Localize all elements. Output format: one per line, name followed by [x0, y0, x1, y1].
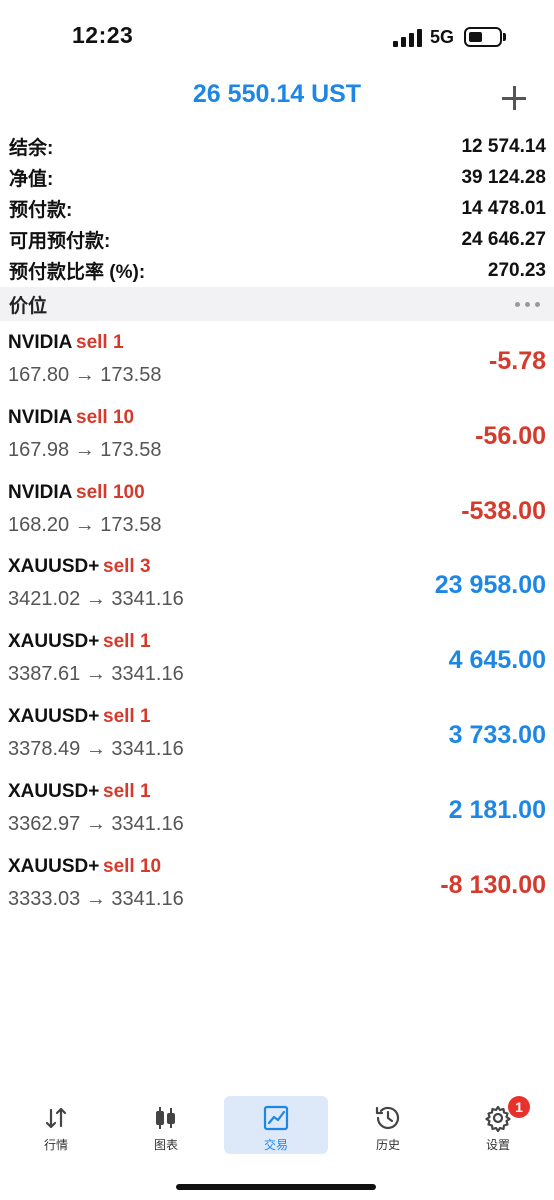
- tab-charts[interactable]: 图表: [114, 1096, 218, 1154]
- summary-value: 39 124.28: [461, 166, 546, 188]
- summary-row: 结余: 12 574.14: [0, 131, 554, 162]
- summary-row: 预付款比率 (%): 270.23: [0, 255, 554, 286]
- position-profit: 2 181.00: [448, 795, 546, 824]
- position-symbol: NVIDIA: [8, 481, 73, 503]
- battery-cap: [503, 33, 506, 41]
- tab-label: 交易: [263, 1138, 288, 1152]
- tab-quotes[interactable]: 行情: [4, 1096, 108, 1154]
- settings-notification-badge: 1: [508, 1096, 530, 1118]
- summary-row: 可用预付款: 24 646.27: [0, 224, 554, 255]
- position-side: sell 10: [103, 855, 162, 877]
- position-prices: 3362.97 → 3341.16: [8, 812, 184, 835]
- tab-label: 历史: [375, 1138, 400, 1152]
- tab-bar: 行情 图表 交易 历史 设置: [0, 1088, 554, 1160]
- tab-label: 行情: [43, 1138, 68, 1152]
- position-prices: 168.20 → 173.58: [8, 513, 162, 536]
- summary-label: 净值:: [9, 169, 54, 190]
- positions-list: NVIDIA sell 1 167.80 → 173.58 -5.78 NVIDIA se…: [0, 323, 554, 921]
- position-profit: 4 645.00: [448, 646, 546, 675]
- position-row[interactable]: XAUUSD+ sell 3 3421.02 → 3341.16 23 958.00: [0, 547, 554, 622]
- tab-settings[interactable]: 设置: [446, 1096, 550, 1154]
- position-side: sell 3: [103, 556, 151, 578]
- position-side: sell 10: [76, 406, 135, 428]
- position-side: sell 100: [76, 481, 145, 503]
- more-dots-icon[interactable]: [515, 301, 544, 307]
- summary-value: 24 646.27: [461, 228, 546, 250]
- position-prices: 3421.02 → 3341.16: [8, 588, 184, 611]
- summary-label: 结余:: [9, 138, 54, 159]
- position-profit: -56.00: [475, 421, 546, 450]
- tab-trade[interactable]: 交易: [224, 1096, 328, 1154]
- position-symbol: NVIDIA: [8, 406, 73, 428]
- positions-section-header: 价位: [0, 287, 554, 321]
- summary-label: 预付款:: [9, 200, 73, 221]
- position-row[interactable]: NVIDIA sell 10 167.98 → 173.58 -56.00: [0, 398, 554, 473]
- position-profit: 3 733.00: [448, 720, 546, 749]
- status-time: 12:23: [72, 22, 134, 48]
- summary-row: 预付款: 14 478.01: [0, 193, 554, 224]
- history-clock-icon: [375, 1106, 400, 1130]
- position-symbol: XAUUSD+: [8, 855, 100, 877]
- battery-icon: [464, 27, 502, 47]
- summary-value: 12 574.14: [461, 135, 546, 157]
- summary-label: 可用预付款:: [9, 231, 111, 252]
- position-prices: 3378.49 → 3341.16: [8, 737, 184, 760]
- position-symbol: XAUUSD+: [8, 780, 100, 802]
- account-balance-title[interactable]: 26 550.14 UST: [0, 80, 554, 109]
- position-symbol: XAUUSD+: [8, 631, 100, 653]
- position-prices: 3387.61 → 3341.16: [8, 663, 184, 686]
- tab-label: 设置: [485, 1138, 510, 1152]
- tab-history[interactable]: 历史: [336, 1096, 440, 1154]
- position-row[interactable]: XAUUSD+ sell 1 3378.49 → 3341.16 3 733.00: [0, 697, 554, 772]
- position-side: sell 1: [103, 631, 151, 653]
- position-prices: 167.98 → 173.58: [8, 438, 162, 461]
- position-row[interactable]: NVIDIA sell 100 168.20 → 173.58 -538.00: [0, 473, 554, 548]
- signal-strength-icon: [393, 29, 423, 47]
- tab-label: 图表: [153, 1138, 178, 1152]
- position-side: sell 1: [103, 780, 151, 802]
- position-symbol: NVIDIA: [8, 332, 73, 353]
- home-indicator[interactable]: [176, 1184, 376, 1190]
- account-summary: 结余: 12 574.14 净值: 39 124.28 预付款: 14 478.01 可用预…: [0, 131, 554, 286]
- position-row[interactable]: XAUUSD+ sell 10 3333.03 → 3341.16 -8 130.00: [0, 847, 554, 922]
- quotes-arrows-icon: [45, 1107, 67, 1129]
- summary-value: 14 478.01: [461, 197, 546, 219]
- position-side: sell 1: [103, 705, 151, 727]
- candlestick-chart-icon: [156, 1107, 175, 1129]
- position-prices: 3333.03 → 3341.16: [8, 887, 184, 910]
- summary-value: 270.23: [487, 259, 546, 281]
- position-symbol: XAUUSD+: [8, 705, 100, 727]
- section-title: 价位: [9, 295, 48, 317]
- position-row[interactable]: NVIDIA sell 1 167.80 → 173.58 -5.78: [0, 323, 554, 398]
- position-profit: 23 958.00: [434, 571, 546, 600]
- position-side: sell 1: [76, 332, 124, 353]
- position-row[interactable]: XAUUSD+ sell 1 3387.61 → 3341.16 4 645.00: [0, 622, 554, 697]
- position-profit: -5.78: [489, 347, 546, 375]
- position-profit: -538.00: [461, 496, 546, 525]
- status-bar: 12:23 5G: [0, 0, 554, 72]
- trade-chart-icon: [263, 1105, 289, 1131]
- position-profit: -8 130.00: [440, 870, 546, 899]
- network-type: 5G: [430, 27, 455, 47]
- position-symbol: XAUUSD+: [8, 556, 100, 578]
- summary-label: 预付款比率 (%):: [9, 262, 146, 283]
- position-row[interactable]: XAUUSD+ sell 1 3362.97 → 3341.16 2 181.00: [0, 772, 554, 847]
- position-prices: 167.80 → 173.58: [8, 364, 162, 386]
- add-order-button[interactable]: [496, 80, 532, 116]
- summary-row: 净值: 39 124.28: [0, 162, 554, 193]
